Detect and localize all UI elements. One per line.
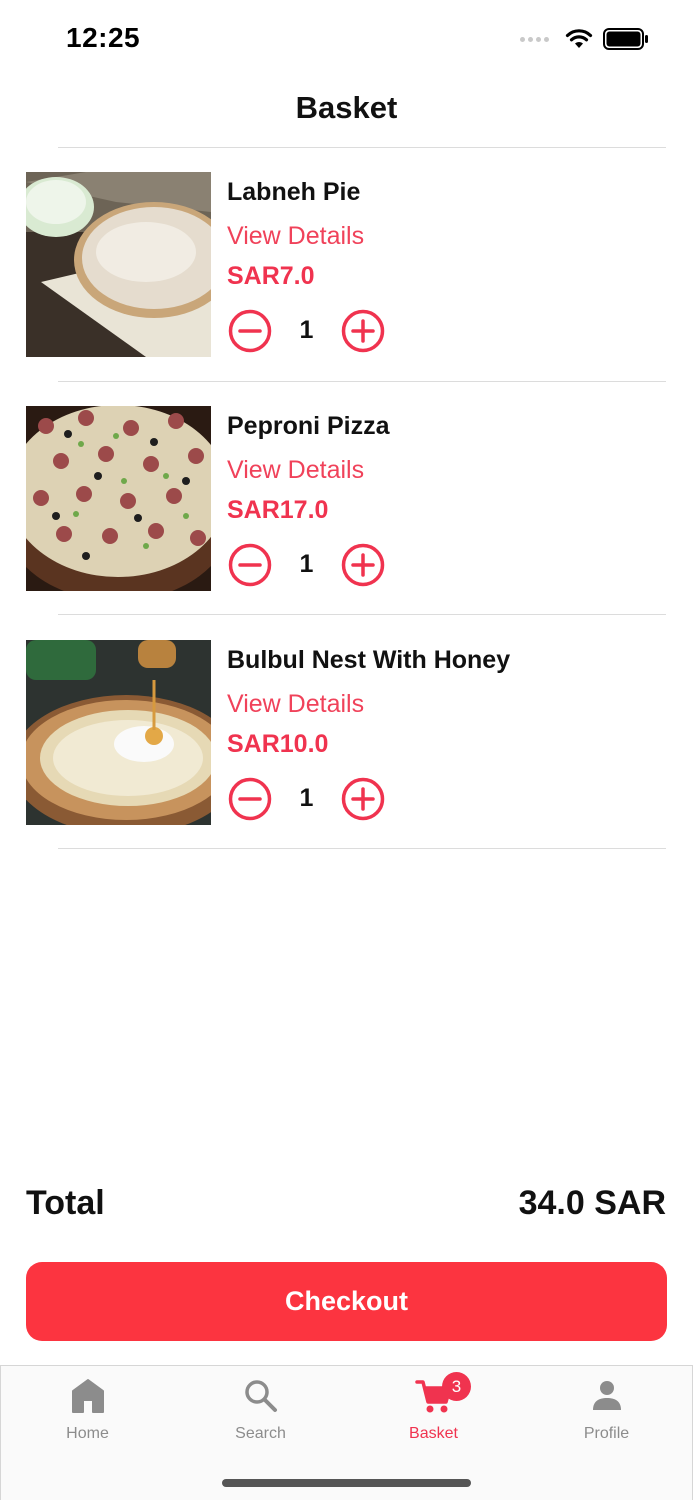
item-image-peproni-pizza [26,406,211,591]
decrease-quantity-button[interactable] [227,308,273,354]
view-details-link[interactable]: View Details [227,222,364,251]
total-value: 34.0 SAR [518,1184,666,1222]
basket-item-bulbul-nest: Bulbul Nest With Honey View Details SAR1… [0,640,693,826]
decrease-quantity-button[interactable] [227,776,273,822]
battery-icon [603,28,648,50]
item-divider [58,848,666,849]
quantity-value: 1 [299,550,314,578]
item-divider [58,614,666,615]
search-icon [244,1380,277,1412]
quantity-value: 1 [299,784,314,812]
tab-search[interactable]: Search [174,1366,347,1466]
cart-count-badge: 3 [442,1372,471,1401]
increase-quantity-button[interactable] [340,776,386,822]
item-price: SAR10.0 [227,730,329,758]
item-image-labneh-pie [26,172,211,357]
status-icons [520,28,649,50]
tab-profile[interactable]: Profile [520,1366,693,1466]
tab-label: Home [66,1425,109,1442]
view-details-link[interactable]: View Details [227,456,364,485]
cellular-signal-icon [520,36,549,42]
increase-quantity-button[interactable] [340,542,386,588]
quantity-stepper: 1 [227,542,397,588]
checkout-button[interactable]: Checkout [26,1262,667,1341]
header-divider [58,147,666,148]
item-name: Labneh Pie [227,178,361,206]
tab-home[interactable]: Home [1,1366,174,1466]
item-image-bulbul-nest [26,640,211,825]
increase-quantity-button[interactable] [340,308,386,354]
wifi-icon [565,29,593,48]
home-icon [71,1379,104,1413]
person-icon [592,1381,621,1410]
quantity-stepper: 1 [227,776,397,822]
tab-label: Search [235,1425,286,1442]
item-price: SAR7.0 [227,262,315,290]
view-details-link[interactable]: View Details [227,690,364,719]
item-name: Bulbul Nest With Honey [227,646,511,674]
home-indicator [222,1479,471,1487]
item-name: Peproni Pizza [227,412,390,440]
tab-basket[interactable]: Basket [347,1366,520,1466]
status-time: 12:25 [66,22,141,53]
quantity-stepper: 1 [227,308,397,354]
status-bar: 12:25 [0,0,693,80]
quantity-value: 1 [299,316,314,344]
tab-label: Basket [409,1425,458,1442]
basket-item-labneh-pie: Labneh Pie View Details SAR7.0 1 [0,172,693,358]
page-title: Basket [295,90,398,125]
item-price: SAR17.0 [227,496,329,524]
total-label: Total [26,1184,105,1222]
tab-label: Profile [583,1425,630,1442]
basket-item-peproni-pizza: Peproni Pizza View Details SAR17.0 1 [0,406,693,592]
decrease-quantity-button[interactable] [227,542,273,588]
item-divider [58,381,666,382]
